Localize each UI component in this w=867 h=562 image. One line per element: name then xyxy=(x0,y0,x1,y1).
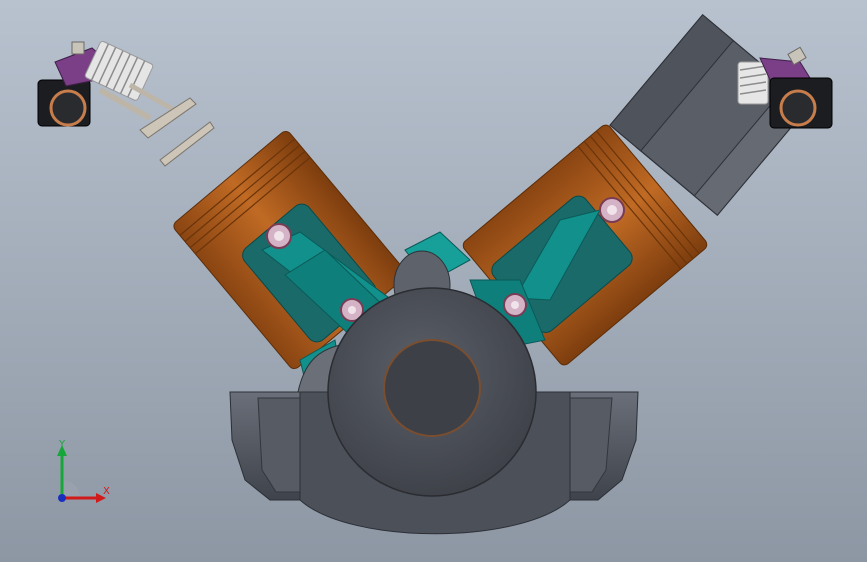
intake-valve xyxy=(98,82,215,167)
graphics-viewport[interactable]: Y X xyxy=(0,0,867,562)
triad-graphic xyxy=(57,445,106,503)
z-axis-dot xyxy=(58,494,66,502)
reference-triad: Y X xyxy=(40,436,120,516)
left-valve-train[interactable] xyxy=(37,40,215,167)
x-axis-label: X xyxy=(103,486,110,497)
engine-model-view[interactable] xyxy=(0,0,867,562)
y-axis-label: Y xyxy=(59,439,66,450)
